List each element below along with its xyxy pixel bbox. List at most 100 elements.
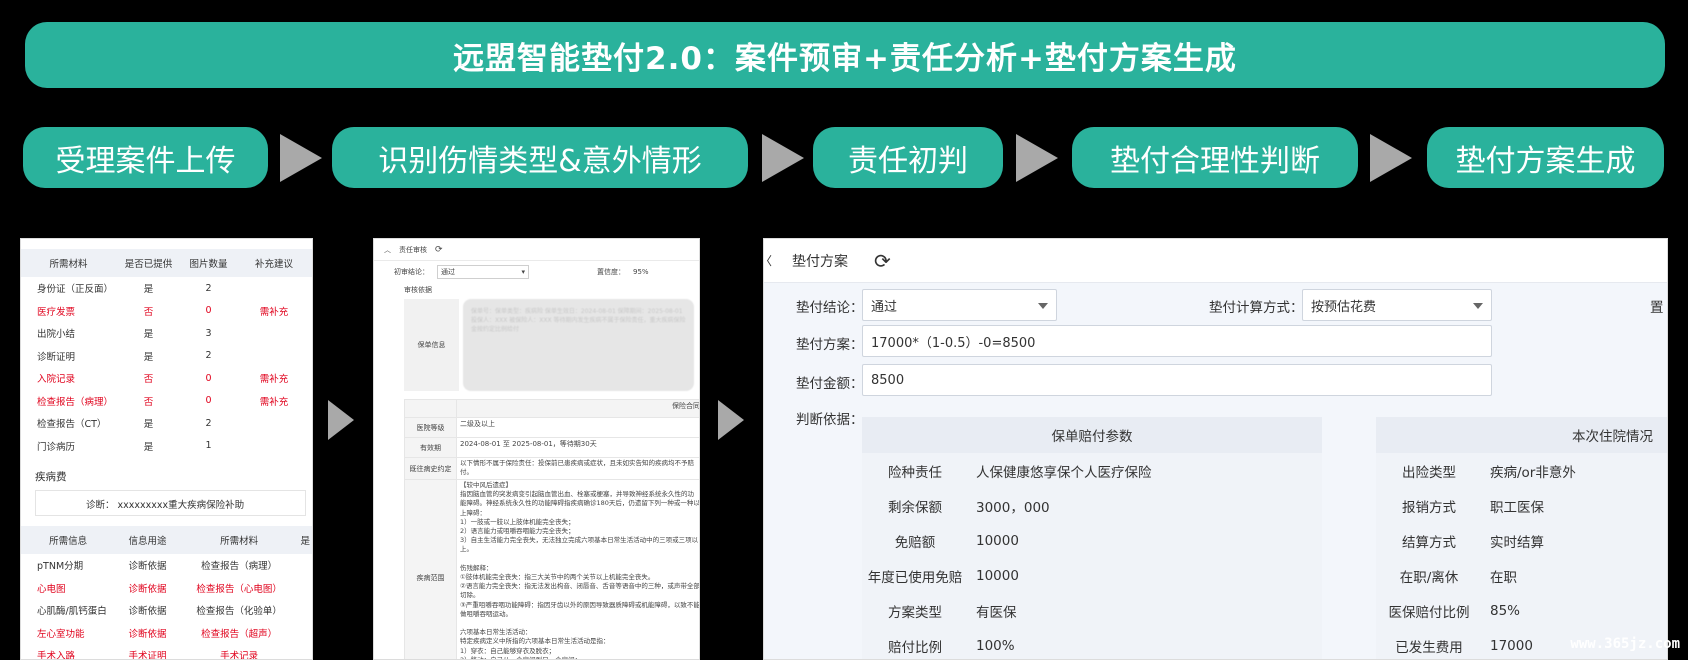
confidence-value: 95% [633, 268, 649, 276]
tab-liability-review[interactable]: 责任审核 [399, 245, 427, 255]
provided-cell: 否 [143, 396, 154, 408]
material-cell: 手术记录 [220, 651, 259, 660]
material-name: 出院小结 [37, 329, 76, 341]
grid-value: 【较中风后遗症】 指因脑血管的突发病变引起脑血管出血、栓塞或梗塞，并导致神经系统… [456, 478, 699, 659]
plan-value: 17000*（1-0.5）-0=8500 [871, 335, 1036, 351]
kv-key: 已发生费用 [1395, 639, 1463, 656]
arrow-right-icon [328, 400, 354, 440]
extra-label: 置 [1650, 300, 1664, 316]
kv-value: 85% [1490, 602, 1521, 619]
step-identify: 识别伤情类型&意外情形 [332, 127, 748, 188]
advice-cell [236, 345, 312, 368]
table-row: 左心室功能 诊断依据 检查报告（超声） [21, 622, 312, 645]
material-cell: 检查报告（超声） [201, 628, 278, 640]
material-name: 检查报告（病理） [37, 396, 114, 408]
calc-method-label: 垫付计算方式： [1209, 300, 1304, 316]
table-row: 心电图 诊断依据 检查报告（心电图） [21, 577, 312, 600]
table-row: 诊断证明 是 2 [21, 345, 312, 368]
column-header: 所需信息 [21, 526, 116, 554]
info-table: 所需信息 信息用途 所需材料 是 pTNM分期 诊断依据 检查报告（病理） 心电… [21, 526, 312, 660]
hospitalization-card: 本次住院情况 出险类型 疾病/or非意外 报销方式 职工医保 结算方式 实时结算 在职… [1376, 417, 1667, 659]
arrow-right-icon [718, 400, 744, 440]
table-row: pTNM分期 诊断依据 检查报告（病理） [21, 554, 312, 577]
count-cell: 1 [205, 440, 212, 452]
material-name: 身份证（正反面） [37, 284, 114, 296]
kv-key: 年度已使用免赔 [867, 569, 963, 586]
provided-cell: 是 [143, 329, 154, 341]
materials-table: 所需材料 是否已提供 图片数量 补充建议 身份证（正反面） 是 2 医疗发票 否… [21, 249, 312, 457]
table-row: 手术入路 手术证明 手术记录 [21, 644, 312, 660]
material-name: 诊断证明 [37, 351, 76, 363]
material-name: 入院记录 [37, 374, 76, 386]
kv-value: 实时结算 [1490, 534, 1544, 551]
refresh-icon[interactable]: ⟳ [435, 245, 443, 255]
count-cell: 2 [205, 417, 212, 429]
grid-key: 疾病范围 [404, 478, 457, 659]
kv-row: 报销方式 职工医保 [1376, 488, 1667, 523]
material-name: 医疗发票 [37, 306, 76, 318]
count-cell: 2 [205, 350, 212, 362]
provided-cell: 否 [143, 306, 154, 318]
provided-cell: 是 [143, 284, 154, 296]
kv-value: 10000 [976, 567, 1019, 584]
arrow-right-icon [762, 134, 804, 182]
plan-input[interactable]: 17000*（1-0.5）-0=8500 [862, 325, 1492, 357]
column-header: 是 [298, 526, 312, 554]
contract-table: 保险合同 医院等级 二级及以上 有效期 2024-08-01 至 2025-08… [404, 399, 699, 659]
collapse-icon[interactable]: 〈 [764, 252, 772, 269]
amount-value: 8500 [871, 372, 905, 388]
amount-input[interactable]: 8500 [862, 364, 1492, 396]
policy-info: 保单信息 保单号：保单类型：疾病险 保单生效日：2024-08-01 保障期间：… [404, 299, 694, 391]
provided-cell: 否 [143, 374, 154, 386]
table-row: 既往病史约定 以下情形不属于保险责任：投保前已患疾病或症状，且未如实告知的疾病均… [404, 457, 699, 480]
grid-key: 既往病史约定 [404, 457, 457, 480]
chevron-down-icon [1473, 303, 1483, 309]
info-cell: 左心室功能 [37, 628, 85, 640]
kv-row: 方案类型 有医保 [862, 593, 1322, 628]
kv-value: 10000 [976, 532, 1019, 549]
conclusion-select[interactable]: 通过 ▾ [437, 265, 529, 279]
info-cell: pTNM分期 [37, 561, 84, 573]
provided-cell: 是 [143, 351, 154, 363]
table-row: 身份证（正反面） 是 2 [21, 277, 312, 300]
advice-cell [236, 435, 312, 458]
kv-value: 人保健康悠享保个人医疗保险 [976, 464, 1152, 481]
table-row: 检查报告（CT） 是 2 [21, 412, 312, 435]
table-row: 心肌酶/肌钙蛋白 诊断依据 检查报告（化验单） [21, 599, 312, 622]
advice-cell [236, 277, 312, 300]
material-name: 门诊病历 [37, 441, 76, 453]
watermark-text: www.365jz.com [1570, 636, 1680, 652]
advice-cell: 需补充 [259, 306, 289, 318]
plan-title: 垫付方案 [792, 253, 849, 270]
count-cell: 3 [205, 327, 212, 339]
grid-key: 有效期 [404, 437, 457, 458]
material-cell: 检查报告（化验单） [196, 606, 282, 618]
material-cell: 检查报告（心电图） [196, 583, 282, 595]
card-title: 保单赔付参数 [862, 417, 1322, 453]
use-cell: 诊断依据 [128, 628, 167, 640]
advice-cell [236, 412, 312, 435]
banner-title: 远盟智能垫付2.0：案件预审+责任分析+垫付方案生成 [25, 22, 1665, 88]
conclusion-select[interactable]: 通过 [862, 289, 1057, 321]
refresh-icon[interactable]: ⟳ [874, 249, 891, 273]
kv-value: 职工医保 [1490, 499, 1544, 516]
count-cell: 0 [205, 305, 212, 317]
grid-value: 2024-08-01 至 2025-08-01，等待期30天 [456, 437, 699, 458]
kv-row: 年度已使用免赔 10000 [862, 558, 1322, 593]
kv-value: 在职 [1490, 569, 1517, 586]
chevron-down-icon: ▾ [521, 268, 525, 276]
liability-panel: ︿ 责任审核 ⟳ 初审结论： 通过 ▾ 置信度： 95% 审核依据 保单信息 保… [373, 238, 700, 660]
kv-key: 剩余保额 [888, 499, 942, 516]
kv-row: 在职/离休 在职 [1376, 558, 1667, 593]
contract-header: 保险合同 [456, 399, 699, 418]
conclusion-label: 初审结论： [394, 268, 429, 276]
calc-method-select[interactable]: 按预估花费 [1302, 289, 1492, 321]
table-row: 医疗发票 否 0 需补充 [21, 300, 312, 323]
step-reasonability: 垫付合理性判断 [1072, 127, 1358, 188]
disease-section-label: 疾病费 [35, 471, 67, 483]
advice-cell: 需补充 [259, 396, 289, 408]
conclusion-label: 垫付结论： [796, 300, 864, 316]
collapse-icon[interactable]: ︿ [384, 245, 391, 255]
plan-label: 垫付方案： [796, 337, 864, 353]
card-title: 本次住院情况 [1376, 417, 1667, 453]
